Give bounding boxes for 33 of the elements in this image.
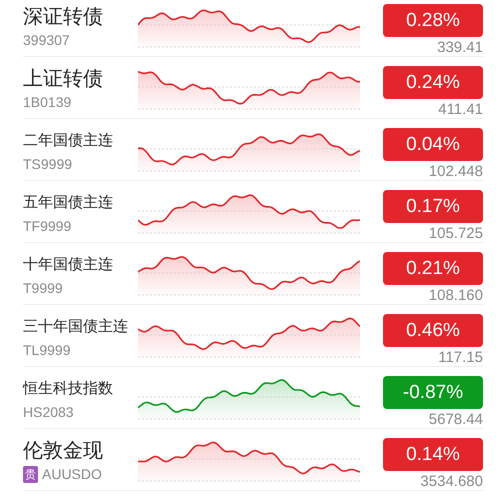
change-badge[interactable]: 0.21% xyxy=(383,252,483,285)
price-value: 5678.44 xyxy=(428,411,483,428)
price-value: 102.448 xyxy=(428,163,483,180)
instrument-code: HS2083 xyxy=(23,404,74,421)
change-badge[interactable]: 0.17% xyxy=(383,190,483,223)
instrument-name[interactable]: 五年国债主连 xyxy=(23,190,113,214)
instrument-name[interactable]: 三十年国债主连 xyxy=(23,314,128,338)
instrument-name[interactable]: 十年国债主连 xyxy=(23,252,113,276)
price-value: 339.41 xyxy=(437,39,483,56)
change-badge[interactable]: 0.46% xyxy=(383,314,483,347)
instrument-code: AUUSDO xyxy=(42,466,102,483)
instrument-name[interactable]: 伦敦金现 xyxy=(23,438,103,462)
change-badge[interactable]: 0.24% xyxy=(383,66,483,99)
instrument-code: TL9999 xyxy=(23,342,70,359)
price-value: 108.160 xyxy=(428,287,483,304)
instrument-name[interactable]: 恒生科技指数 xyxy=(23,376,113,400)
price-value: 411.41 xyxy=(438,101,483,118)
instrument-name[interactable]: 深证转债 xyxy=(23,4,103,28)
change-badge[interactable]: -0.87% xyxy=(383,376,483,409)
price-value: 117.15 xyxy=(438,349,483,366)
price-value: 3534.680 xyxy=(420,473,483,490)
change-badge[interactable]: 0.04% xyxy=(383,128,483,161)
instrument-code: 399307 xyxy=(23,32,70,49)
category-tag: 贵 xyxy=(23,466,38,483)
price-value: 105.725 xyxy=(428,225,483,242)
instrument-code: T9999 xyxy=(23,280,63,297)
change-badge[interactable]: 0.14% xyxy=(383,438,483,471)
instrument-code: TF9999 xyxy=(23,218,72,235)
instrument-code: 1B0139 xyxy=(23,94,72,111)
instrument-code: TS9999 xyxy=(23,156,72,173)
instrument-name[interactable]: 二年国债主连 xyxy=(23,128,113,152)
change-badge[interactable]: 0.28% xyxy=(383,4,483,37)
instrument-name[interactable]: 上证转债 xyxy=(23,66,103,90)
